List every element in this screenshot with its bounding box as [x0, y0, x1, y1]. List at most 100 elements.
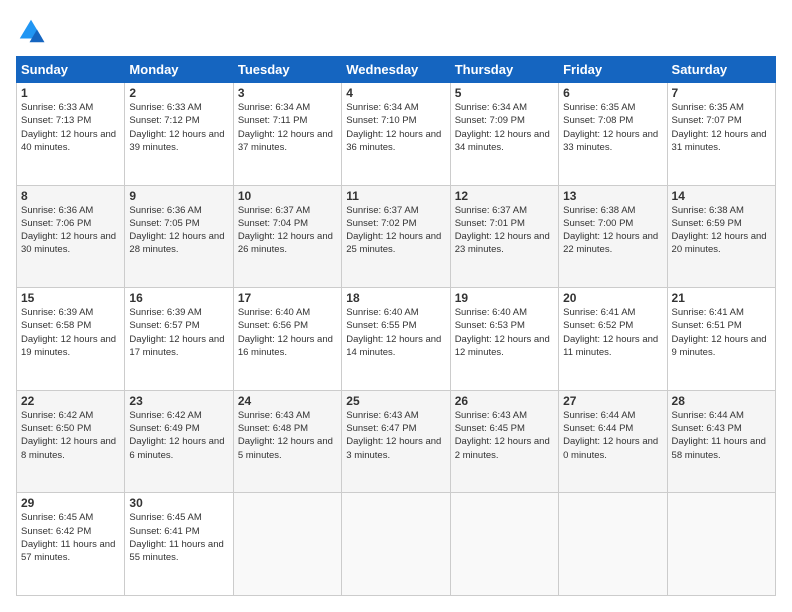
calendar-cell	[667, 493, 775, 596]
day-info: Sunrise: 6:33 AMSunset: 7:13 PMDaylight:…	[21, 101, 120, 154]
day-number: 27	[563, 394, 662, 408]
calendar-cell: 28Sunrise: 6:44 AMSunset: 6:43 PMDayligh…	[667, 390, 775, 493]
header	[16, 16, 776, 46]
calendar-body: 1Sunrise: 6:33 AMSunset: 7:13 PMDaylight…	[17, 83, 776, 596]
day-info: Sunrise: 6:33 AMSunset: 7:12 PMDaylight:…	[129, 101, 228, 154]
day-number: 25	[346, 394, 445, 408]
day-number: 21	[672, 291, 771, 305]
calendar-cell: 5Sunrise: 6:34 AMSunset: 7:09 PMDaylight…	[450, 83, 558, 186]
calendar-cell: 19Sunrise: 6:40 AMSunset: 6:53 PMDayligh…	[450, 288, 558, 391]
day-info: Sunrise: 6:44 AMSunset: 6:44 PMDaylight:…	[563, 409, 662, 462]
day-number: 8	[21, 189, 120, 203]
calendar-cell: 15Sunrise: 6:39 AMSunset: 6:58 PMDayligh…	[17, 288, 125, 391]
day-info: Sunrise: 6:34 AMSunset: 7:11 PMDaylight:…	[238, 101, 337, 154]
calendar-cell: 7Sunrise: 6:35 AMSunset: 7:07 PMDaylight…	[667, 83, 775, 186]
day-number: 7	[672, 86, 771, 100]
day-number: 14	[672, 189, 771, 203]
calendar-cell: 10Sunrise: 6:37 AMSunset: 7:04 PMDayligh…	[233, 185, 341, 288]
calendar-header-row: SundayMondayTuesdayWednesdayThursdayFrid…	[17, 57, 776, 83]
day-number: 26	[455, 394, 554, 408]
day-header-thursday: Thursday	[450, 57, 558, 83]
day-info: Sunrise: 6:35 AMSunset: 7:07 PMDaylight:…	[672, 101, 771, 154]
day-info: Sunrise: 6:36 AMSunset: 7:05 PMDaylight:…	[129, 204, 228, 257]
day-info: Sunrise: 6:41 AMSunset: 6:52 PMDaylight:…	[563, 306, 662, 359]
day-number: 28	[672, 394, 771, 408]
calendar-cell: 16Sunrise: 6:39 AMSunset: 6:57 PMDayligh…	[125, 288, 233, 391]
day-number: 22	[21, 394, 120, 408]
day-info: Sunrise: 6:39 AMSunset: 6:58 PMDaylight:…	[21, 306, 120, 359]
day-number: 18	[346, 291, 445, 305]
calendar-cell: 3Sunrise: 6:34 AMSunset: 7:11 PMDaylight…	[233, 83, 341, 186]
day-info: Sunrise: 6:41 AMSunset: 6:51 PMDaylight:…	[672, 306, 771, 359]
calendar-cell: 21Sunrise: 6:41 AMSunset: 6:51 PMDayligh…	[667, 288, 775, 391]
day-info: Sunrise: 6:40 AMSunset: 6:53 PMDaylight:…	[455, 306, 554, 359]
calendar-cell: 23Sunrise: 6:42 AMSunset: 6:49 PMDayligh…	[125, 390, 233, 493]
day-info: Sunrise: 6:43 AMSunset: 6:48 PMDaylight:…	[238, 409, 337, 462]
day-info: Sunrise: 6:45 AMSunset: 6:41 PMDaylight:…	[129, 511, 228, 564]
day-info: Sunrise: 6:37 AMSunset: 7:04 PMDaylight:…	[238, 204, 337, 257]
calendar-table: SundayMondayTuesdayWednesdayThursdayFrid…	[16, 56, 776, 596]
calendar-cell: 18Sunrise: 6:40 AMSunset: 6:55 PMDayligh…	[342, 288, 450, 391]
calendar-cell: 29Sunrise: 6:45 AMSunset: 6:42 PMDayligh…	[17, 493, 125, 596]
day-info: Sunrise: 6:38 AMSunset: 7:00 PMDaylight:…	[563, 204, 662, 257]
calendar-cell: 8Sunrise: 6:36 AMSunset: 7:06 PMDaylight…	[17, 185, 125, 288]
day-header-sunday: Sunday	[17, 57, 125, 83]
calendar-cell	[342, 493, 450, 596]
calendar-cell: 2Sunrise: 6:33 AMSunset: 7:12 PMDaylight…	[125, 83, 233, 186]
logo-icon	[16, 16, 46, 46]
day-info: Sunrise: 6:34 AMSunset: 7:10 PMDaylight:…	[346, 101, 445, 154]
day-info: Sunrise: 6:42 AMSunset: 6:49 PMDaylight:…	[129, 409, 228, 462]
calendar-cell: 20Sunrise: 6:41 AMSunset: 6:52 PMDayligh…	[559, 288, 667, 391]
calendar-cell: 17Sunrise: 6:40 AMSunset: 6:56 PMDayligh…	[233, 288, 341, 391]
day-number: 24	[238, 394, 337, 408]
calendar-cell: 26Sunrise: 6:43 AMSunset: 6:45 PMDayligh…	[450, 390, 558, 493]
day-number: 11	[346, 189, 445, 203]
day-info: Sunrise: 6:39 AMSunset: 6:57 PMDaylight:…	[129, 306, 228, 359]
day-header-monday: Monday	[125, 57, 233, 83]
day-number: 9	[129, 189, 228, 203]
calendar-cell: 11Sunrise: 6:37 AMSunset: 7:02 PMDayligh…	[342, 185, 450, 288]
day-number: 12	[455, 189, 554, 203]
day-number: 19	[455, 291, 554, 305]
calendar-cell: 9Sunrise: 6:36 AMSunset: 7:05 PMDaylight…	[125, 185, 233, 288]
calendar-cell: 6Sunrise: 6:35 AMSunset: 7:08 PMDaylight…	[559, 83, 667, 186]
calendar-week-1: 1Sunrise: 6:33 AMSunset: 7:13 PMDaylight…	[17, 83, 776, 186]
day-number: 17	[238, 291, 337, 305]
day-info: Sunrise: 6:43 AMSunset: 6:47 PMDaylight:…	[346, 409, 445, 462]
logo	[16, 16, 50, 46]
calendar-cell: 30Sunrise: 6:45 AMSunset: 6:41 PMDayligh…	[125, 493, 233, 596]
day-info: Sunrise: 6:45 AMSunset: 6:42 PMDaylight:…	[21, 511, 120, 564]
calendar-cell: 27Sunrise: 6:44 AMSunset: 6:44 PMDayligh…	[559, 390, 667, 493]
calendar-cell	[233, 493, 341, 596]
day-number: 4	[346, 86, 445, 100]
day-info: Sunrise: 6:34 AMSunset: 7:09 PMDaylight:…	[455, 101, 554, 154]
day-header-saturday: Saturday	[667, 57, 775, 83]
day-header-wednesday: Wednesday	[342, 57, 450, 83]
calendar-week-2: 8Sunrise: 6:36 AMSunset: 7:06 PMDaylight…	[17, 185, 776, 288]
day-number: 20	[563, 291, 662, 305]
day-info: Sunrise: 6:38 AMSunset: 6:59 PMDaylight:…	[672, 204, 771, 257]
calendar-cell: 4Sunrise: 6:34 AMSunset: 7:10 PMDaylight…	[342, 83, 450, 186]
calendar-cell: 22Sunrise: 6:42 AMSunset: 6:50 PMDayligh…	[17, 390, 125, 493]
day-number: 15	[21, 291, 120, 305]
day-info: Sunrise: 6:43 AMSunset: 6:45 PMDaylight:…	[455, 409, 554, 462]
calendar-cell: 1Sunrise: 6:33 AMSunset: 7:13 PMDaylight…	[17, 83, 125, 186]
day-number: 2	[129, 86, 228, 100]
calendar-cell: 12Sunrise: 6:37 AMSunset: 7:01 PMDayligh…	[450, 185, 558, 288]
day-info: Sunrise: 6:44 AMSunset: 6:43 PMDaylight:…	[672, 409, 771, 462]
page: SundayMondayTuesdayWednesdayThursdayFrid…	[0, 0, 792, 612]
calendar-cell	[559, 493, 667, 596]
day-number: 1	[21, 86, 120, 100]
day-number: 10	[238, 189, 337, 203]
day-info: Sunrise: 6:37 AMSunset: 7:01 PMDaylight:…	[455, 204, 554, 257]
day-number: 16	[129, 291, 228, 305]
day-number: 23	[129, 394, 228, 408]
day-info: Sunrise: 6:42 AMSunset: 6:50 PMDaylight:…	[21, 409, 120, 462]
day-number: 6	[563, 86, 662, 100]
calendar-cell: 13Sunrise: 6:38 AMSunset: 7:00 PMDayligh…	[559, 185, 667, 288]
day-info: Sunrise: 6:36 AMSunset: 7:06 PMDaylight:…	[21, 204, 120, 257]
day-number: 3	[238, 86, 337, 100]
day-info: Sunrise: 6:40 AMSunset: 6:55 PMDaylight:…	[346, 306, 445, 359]
day-info: Sunrise: 6:40 AMSunset: 6:56 PMDaylight:…	[238, 306, 337, 359]
day-header-tuesday: Tuesday	[233, 57, 341, 83]
